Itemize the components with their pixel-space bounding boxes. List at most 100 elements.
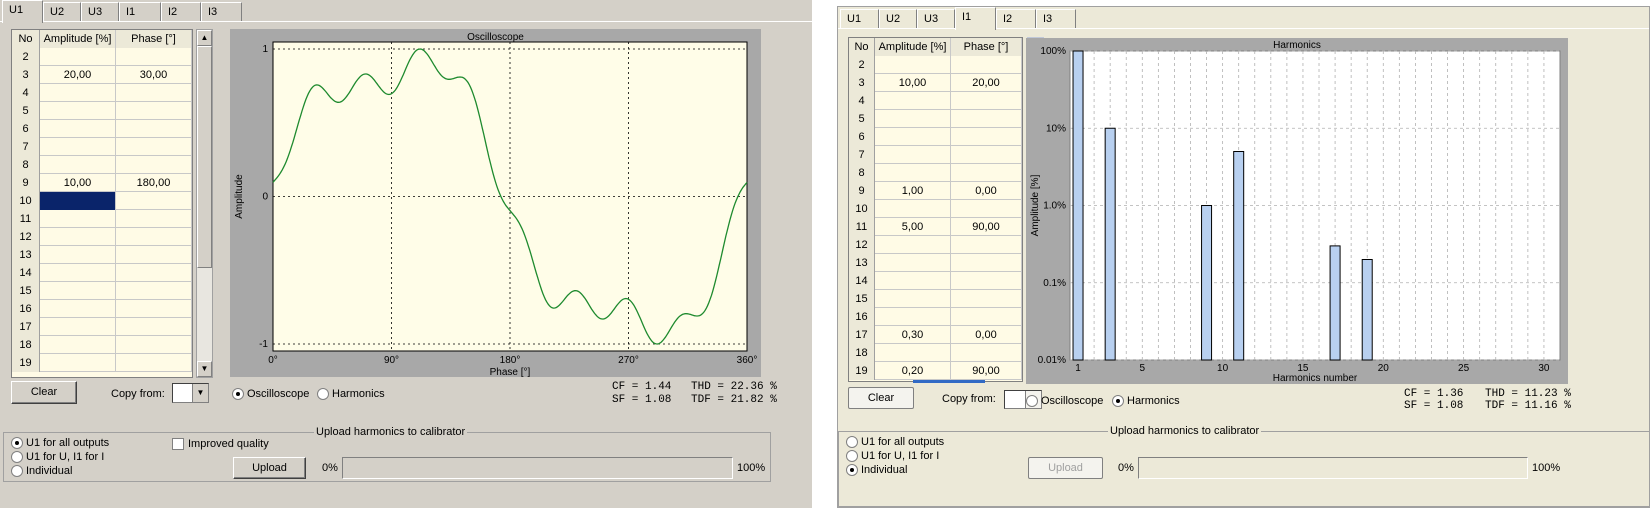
table-row[interactable]: 18 [849, 344, 1022, 362]
cell-phase[interactable] [951, 92, 1022, 110]
cell-amplitude[interactable] [40, 354, 116, 372]
tab-u3[interactable]: U3 [917, 9, 955, 29]
cell-amplitude[interactable] [875, 290, 951, 308]
cell-amplitude[interactable]: 10,00 [875, 74, 951, 92]
cell-phase[interactable] [951, 56, 1022, 74]
cell-phase[interactable] [951, 164, 1022, 182]
u1-u-i1-i-radio[interactable] [11, 451, 23, 463]
table-row[interactable]: 10 [12, 192, 192, 210]
tab-i3[interactable]: I3 [201, 2, 242, 22]
cell-phase[interactable] [951, 254, 1022, 272]
table-row[interactable]: 6 [12, 120, 192, 138]
tab-u1[interactable]: U1 [2, 0, 43, 23]
cell-phase[interactable]: 180,00 [116, 174, 192, 192]
u1-u-i1-i-radio[interactable] [846, 450, 858, 462]
table-row[interactable]: 16 [12, 300, 192, 318]
cell-phase[interactable]: 90,00 [951, 362, 1022, 380]
tab-i1[interactable]: I1 [955, 7, 996, 30]
table-row[interactable]: 7 [849, 146, 1022, 164]
cell-amplitude[interactable] [40, 228, 116, 246]
cell-phase[interactable] [951, 236, 1022, 254]
table-row[interactable]: 15 [12, 282, 192, 300]
cell-phase[interactable] [951, 200, 1022, 218]
u1-all-outputs-radio[interactable] [846, 436, 858, 448]
table-row[interactable]: 19 [12, 354, 192, 372]
cell-phase[interactable] [116, 192, 192, 210]
cell-amplitude[interactable] [40, 138, 116, 156]
table-row[interactable]: 8 [849, 164, 1022, 182]
cell-amplitude[interactable] [875, 56, 951, 74]
cell-amplitude[interactable] [40, 156, 116, 174]
cell-amplitude[interactable] [875, 92, 951, 110]
cell-amplitude[interactable] [40, 246, 116, 264]
cell-phase[interactable] [116, 228, 192, 246]
scroll-thumb[interactable] [197, 46, 212, 268]
cell-amplitude[interactable]: 0,20 [875, 362, 951, 380]
table-row[interactable]: 17 0,30 0,00 [849, 326, 1022, 344]
table-row[interactable]: 6 [849, 128, 1022, 146]
table-row[interactable]: 13 [12, 246, 192, 264]
table-row[interactable]: 7 [12, 138, 192, 156]
cell-amplitude[interactable] [875, 236, 951, 254]
cell-amplitude[interactable] [40, 336, 116, 354]
tab-i1[interactable]: I1 [119, 2, 161, 22]
cell-phase[interactable] [951, 146, 1022, 164]
cell-amplitude[interactable] [875, 164, 951, 182]
cell-phase[interactable] [951, 128, 1022, 146]
table-row[interactable]: 11 5,00 90,00 [849, 218, 1022, 236]
cell-phase[interactable] [116, 120, 192, 138]
cell-phase[interactable] [116, 246, 192, 264]
table-row[interactable]: 4 [12, 84, 192, 102]
u1-all-outputs-radio[interactable] [11, 437, 23, 449]
table-row[interactable]: 17 [12, 318, 192, 336]
cell-phase[interactable]: 0,00 [951, 326, 1022, 344]
cell-amplitude[interactable] [40, 84, 116, 102]
cell-phase[interactable]: 0,00 [951, 182, 1022, 200]
tab-u3[interactable]: U3 [81, 2, 119, 22]
table-row[interactable]: 15 [849, 290, 1022, 308]
table-row[interactable]: 12 [12, 228, 192, 246]
cell-amplitude[interactable] [875, 200, 951, 218]
cell-amplitude[interactable]: 5,00 [875, 218, 951, 236]
cell-amplitude[interactable] [40, 300, 116, 318]
table-row[interactable]: 11 [12, 210, 192, 228]
individual-radio[interactable] [846, 464, 858, 476]
cell-amplitude[interactable] [875, 308, 951, 326]
table-row[interactable]: 13 [849, 254, 1022, 272]
cell-phase[interactable] [951, 272, 1022, 290]
cell-phase[interactable] [116, 48, 192, 66]
table-row[interactable]: 5 [849, 110, 1022, 128]
copy-from-select[interactable]: ▼ [172, 383, 209, 403]
cell-amplitude[interactable] [40, 282, 116, 300]
cell-amplitude[interactable] [40, 120, 116, 138]
cell-phase[interactable] [116, 102, 192, 120]
cell-amplitude[interactable] [875, 110, 951, 128]
table-row[interactable]: 18 [12, 336, 192, 354]
cell-phase[interactable] [951, 110, 1022, 128]
table-row[interactable]: 2 [12, 48, 192, 66]
table-row[interactable]: 19 0,20 90,00 [849, 362, 1022, 380]
clear-button[interactable]: Clear [11, 381, 77, 404]
cell-phase[interactable] [116, 156, 192, 174]
table-row[interactable]: 2 [849, 56, 1022, 74]
oscilloscope-radio[interactable] [232, 388, 244, 400]
cell-phase[interactable] [951, 344, 1022, 362]
table-row[interactable]: 14 [12, 264, 192, 282]
table-row[interactable]: 3 10,00 20,00 [849, 74, 1022, 92]
cell-amplitude[interactable] [875, 254, 951, 272]
table-scrollbar[interactable]: ▲ ▼ [196, 29, 213, 378]
table-row[interactable]: 10 [849, 200, 1022, 218]
harmonics-radio[interactable] [317, 388, 329, 400]
cell-amplitude[interactable] [40, 264, 116, 282]
table-row[interactable]: 8 [12, 156, 192, 174]
cell-amplitude[interactable] [875, 272, 951, 290]
cell-amplitude[interactable]: 20,00 [40, 66, 116, 84]
cell-amplitude[interactable] [40, 210, 116, 228]
tab-i3[interactable]: I3 [1036, 9, 1076, 29]
scroll-down-icon[interactable]: ▼ [197, 361, 212, 377]
cell-amplitude[interactable]: 0,30 [875, 326, 951, 344]
table-row[interactable]: 16 [849, 308, 1022, 326]
cell-phase[interactable] [116, 282, 192, 300]
cell-phase[interactable]: 20,00 [951, 74, 1022, 92]
cell-amplitude[interactable] [40, 48, 116, 66]
